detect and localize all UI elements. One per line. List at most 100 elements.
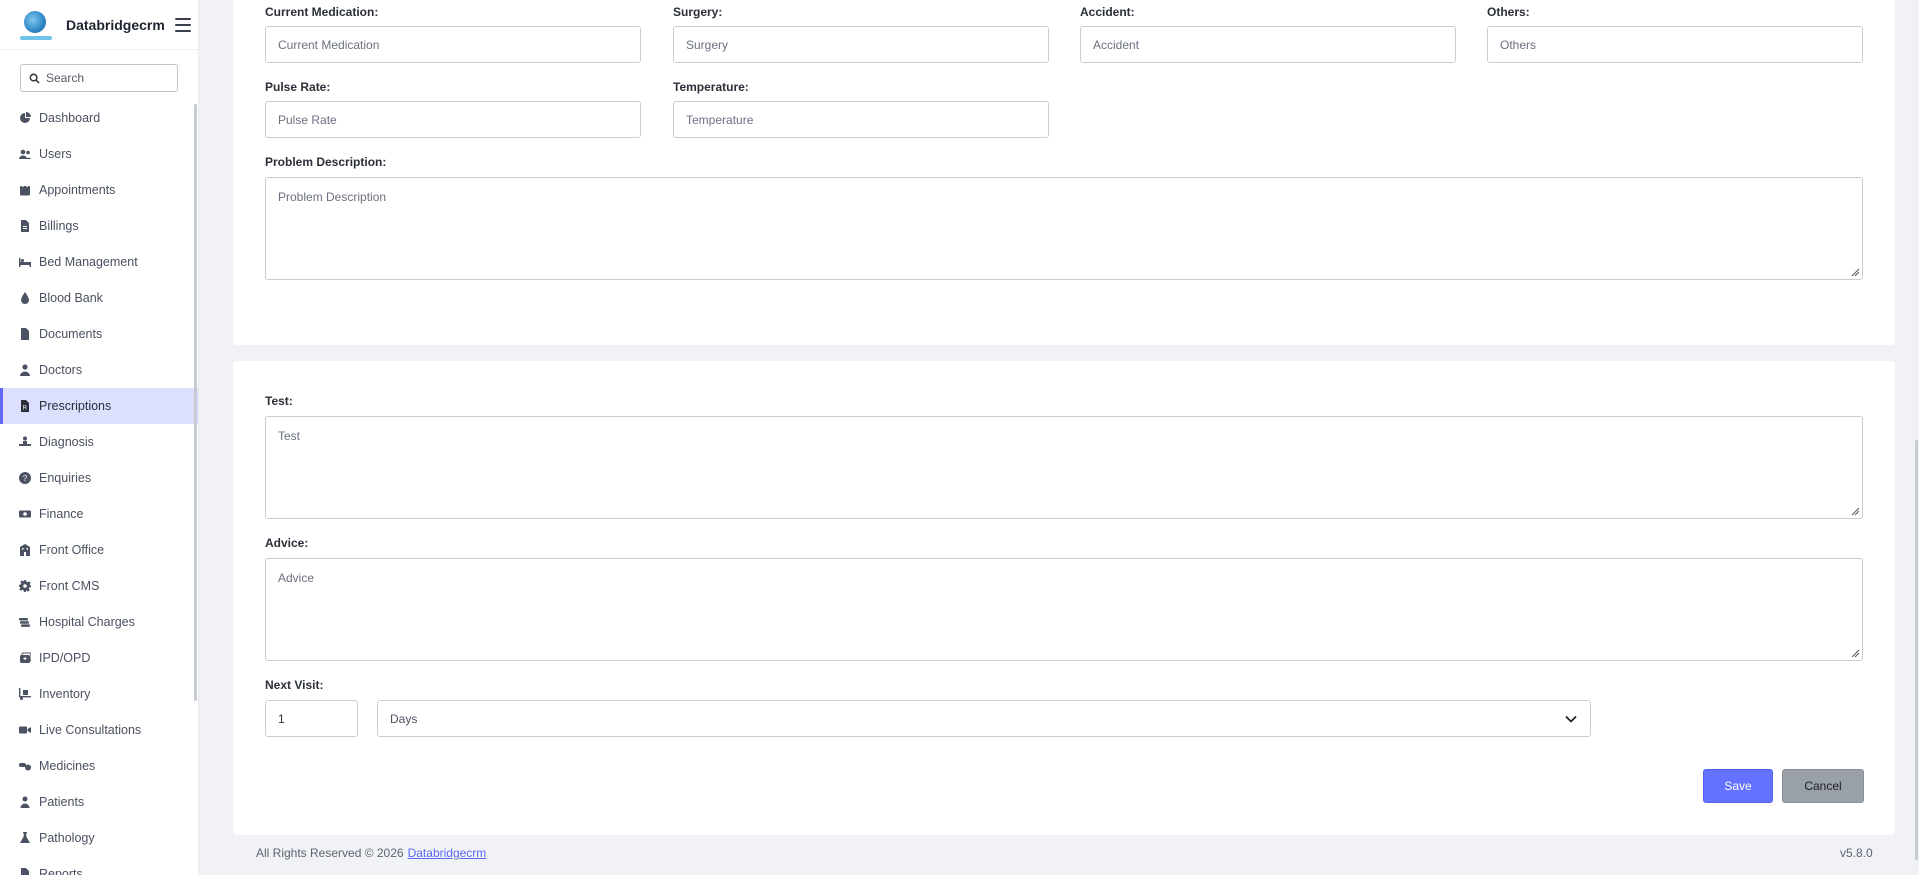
- sidebar-item-enquiries[interactable]: ? Enquiries: [0, 460, 198, 496]
- surgery-input[interactable]: [686, 37, 1036, 52]
- sidebar-item-users[interactable]: Users: [0, 136, 198, 172]
- sidebar-item-finance[interactable]: Finance: [0, 496, 198, 532]
- sidebar-item-label: Prescriptions: [39, 399, 112, 413]
- doctor-icon: [19, 364, 31, 376]
- sidebar-item-label: Medicines: [39, 759, 96, 773]
- money-icon: [19, 508, 31, 520]
- sidebar-item-label: Enquiries: [39, 471, 92, 485]
- brand-logo[interactable]: [20, 9, 52, 41]
- sidebar-item-ipd-opd[interactable]: IPD/OPD: [0, 640, 198, 676]
- sidebar-item-reports[interactable]: Reports: [0, 856, 198, 875]
- users-icon: [19, 148, 31, 160]
- pulse-rate-input[interactable]: [278, 112, 628, 127]
- sidebar-search[interactable]: [20, 64, 178, 92]
- accident-label: Accident:: [1080, 5, 1135, 19]
- problem-description-field[interactable]: [265, 177, 1863, 280]
- accident-field[interactable]: [1080, 26, 1456, 63]
- sidebar-item-live-consultations[interactable]: Live Consultations: [0, 712, 198, 748]
- coins-icon: [19, 616, 31, 628]
- next-visit-number-input[interactable]: [278, 711, 345, 726]
- sidebar-item-label: Hospital Charges: [39, 615, 135, 629]
- copyright-text: All Rights Reserved © 2026: [256, 846, 404, 860]
- page-scrollbar[interactable]: [1915, 440, 1918, 860]
- sidebar-item-documents[interactable]: Documents: [0, 316, 198, 352]
- diagnosis-icon: [19, 436, 31, 448]
- sidebar-item-patients[interactable]: Patients: [0, 784, 198, 820]
- sidebar-item-label: Bed Management: [39, 255, 138, 269]
- patient-icon: [19, 796, 31, 808]
- menu-toggle-icon[interactable]: [174, 17, 191, 32]
- sidebar-item-pathology[interactable]: Pathology: [0, 820, 198, 856]
- test-field[interactable]: [265, 416, 1863, 519]
- others-label: Others:: [1487, 5, 1530, 19]
- prescription-icon: R: [19, 400, 31, 412]
- calendar-icon: [19, 184, 31, 196]
- pulse-rate-field[interactable]: [265, 101, 641, 138]
- sidebar-item-label: Doctors: [39, 363, 83, 377]
- current-medication-field[interactable]: [265, 26, 641, 63]
- others-field[interactable]: [1487, 26, 1863, 63]
- sidebar-item-billings[interactable]: Billings: [0, 208, 198, 244]
- svg-text:?: ?: [23, 474, 28, 483]
- sidebar-item-appointments[interactable]: Appointments: [0, 172, 198, 208]
- sidebar-item-front-cms[interactable]: Front CMS: [0, 568, 198, 604]
- search-icon: [29, 73, 40, 84]
- sidebar-item-hospital-charges[interactable]: Hospital Charges: [0, 604, 198, 640]
- sidebar-scrollbar[interactable]: [194, 104, 197, 701]
- sidebar-item-inventory[interactable]: Inventory: [0, 676, 198, 712]
- temperature-input[interactable]: [686, 112, 1036, 127]
- resize-handle-icon[interactable]: [1850, 267, 1860, 277]
- sidebar-item-diagnosis[interactable]: Diagnosis: [0, 424, 198, 460]
- search-input[interactable]: [46, 71, 166, 85]
- app-version: v5.8.0: [1840, 846, 1873, 860]
- next-visit-unit-value: Days: [390, 711, 418, 726]
- cancel-button[interactable]: Cancel: [1782, 769, 1864, 803]
- report-icon: [19, 868, 31, 875]
- flask-icon: [19, 832, 31, 844]
- accident-input[interactable]: [1093, 37, 1443, 52]
- building-icon: [19, 544, 31, 556]
- problem-description-textarea[interactable]: [266, 178, 1862, 279]
- sidebar: Databridgecrm Dashboard Users Appointmen…: [0, 0, 199, 875]
- sidebar-item-medicines[interactable]: Medicines: [0, 748, 198, 784]
- sidebar-item-blood-bank[interactable]: Blood Bank: [0, 280, 198, 316]
- sidebar-item-label: Patients: [39, 795, 85, 809]
- blood-drop-icon: [19, 292, 31, 304]
- sidebar-item-label: Finance: [39, 507, 84, 521]
- next-visit-unit-select[interactable]: Days: [377, 700, 1591, 737]
- sidebar-item-label: Pathology: [39, 831, 95, 845]
- test-textarea[interactable]: [266, 417, 1862, 518]
- sidebar-item-label: Inventory: [39, 687, 91, 701]
- current-medication-input[interactable]: [278, 37, 628, 52]
- sidebar-item-label: Front Office: [39, 543, 105, 557]
- sidebar-item-doctors[interactable]: Doctors: [0, 352, 198, 388]
- advice-label: Advice:: [265, 536, 309, 550]
- temperature-field[interactable]: [673, 101, 1049, 138]
- advice-textarea[interactable]: [266, 559, 1862, 660]
- sidebar-item-label: Dashboard: [39, 111, 101, 125]
- resize-handle-icon[interactable]: [1850, 648, 1860, 658]
- test-label: Test:: [265, 394, 293, 408]
- sidebar-item-label: Appointments: [39, 183, 116, 197]
- prescription-details-card: Test: Advice: Next Visit: Days Save Canc…: [233, 361, 1895, 835]
- resize-handle-icon[interactable]: [1850, 506, 1860, 516]
- save-button[interactable]: Save: [1703, 769, 1773, 803]
- sidebar-item-front-office[interactable]: Front Office: [0, 532, 198, 568]
- sidebar-item-label: Live Consultations: [39, 723, 142, 737]
- advice-field[interactable]: [265, 558, 1863, 661]
- sidebar-item-label: IPD/OPD: [39, 651, 91, 665]
- surgery-field[interactable]: [673, 26, 1049, 63]
- next-visit-number-field[interactable]: [265, 700, 358, 737]
- surgery-label: Surgery:: [673, 5, 723, 19]
- sidebar-item-prescriptions[interactable]: R Prescriptions: [0, 388, 198, 424]
- video-icon: [19, 724, 31, 736]
- sidebar-item-dashboard[interactable]: Dashboard: [0, 100, 198, 136]
- gear-icon: [19, 580, 31, 592]
- sidebar-item-bed-management[interactable]: Bed Management: [0, 244, 198, 280]
- bed-icon: [19, 256, 31, 268]
- others-input[interactable]: [1500, 37, 1850, 52]
- next-visit-label: Next Visit:: [265, 678, 324, 692]
- dashboard-icon: [19, 112, 31, 124]
- footer-brand-link[interactable]: Databridgecrm: [408, 846, 487, 860]
- sidebar-item-label: Reports: [39, 867, 83, 875]
